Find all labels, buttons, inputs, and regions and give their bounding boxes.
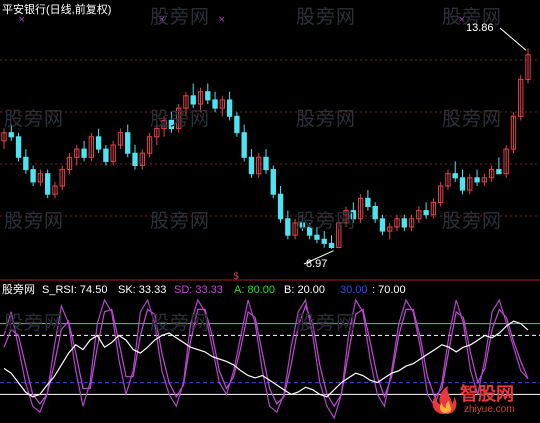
candle-body xyxy=(474,177,480,183)
candle-body xyxy=(372,206,378,220)
c-label: 30.00 xyxy=(340,284,368,296)
chart-grid xyxy=(0,59,540,281)
candle-body xyxy=(285,218,291,236)
candle-body xyxy=(30,169,36,183)
candle-body xyxy=(263,156,269,171)
s-rsi-label: S_RSI: 74.50 xyxy=(42,284,108,296)
candle-body xyxy=(496,169,502,175)
candle-body xyxy=(103,148,109,162)
candle-body xyxy=(8,132,14,138)
sd-label: SD: 33.33 xyxy=(174,284,223,296)
a-label: A: 80.00 xyxy=(234,284,275,296)
b-label: B: 20.00 xyxy=(284,284,325,296)
candle-body xyxy=(452,173,458,179)
candle-body xyxy=(401,218,407,228)
signal-marker: × xyxy=(218,15,226,25)
candle-body xyxy=(314,234,320,240)
candle-body xyxy=(328,242,335,248)
candle-body xyxy=(459,177,466,191)
candle-body xyxy=(168,119,175,130)
indicator-name: 股旁网 xyxy=(2,284,35,296)
high-pointer xyxy=(499,27,527,51)
chart-markers: × × × ×$ xyxy=(18,15,527,282)
site-logo: 智股网 zhiyue.com xyxy=(426,384,536,418)
candle-body xyxy=(205,91,211,101)
candle-body xyxy=(241,132,247,158)
signal-marker: $ xyxy=(233,271,239,282)
candle-body xyxy=(277,193,284,220)
candle-body xyxy=(248,156,255,175)
candlestick-series xyxy=(1,48,531,249)
signal-marker: × xyxy=(458,15,466,25)
candle-body xyxy=(190,95,196,105)
low-price-label: 8.97 xyxy=(306,258,328,270)
candle-body xyxy=(125,132,131,154)
candle-body xyxy=(132,152,138,166)
candle-body xyxy=(234,115,240,134)
d-label: : 70.00 xyxy=(372,284,406,296)
candle-body xyxy=(226,99,233,117)
candle-body xyxy=(95,136,102,150)
candle-body xyxy=(379,218,386,232)
candle-body xyxy=(306,226,313,236)
logo-url: zhiyue.com xyxy=(464,404,515,415)
stock-chart[interactable]: × × × ×$ xyxy=(0,0,540,422)
chart-title: 平安银行(日线,前复权) xyxy=(2,4,112,16)
sk-label: SK: 33.33 xyxy=(118,284,167,296)
logo-name: 智股网 xyxy=(460,384,514,404)
candle-body xyxy=(15,136,22,158)
candle-body xyxy=(365,197,371,208)
candle-body xyxy=(299,222,306,228)
candle-body xyxy=(321,238,327,244)
candle-body xyxy=(81,148,87,158)
candle-body xyxy=(350,210,357,220)
signal-marker: × xyxy=(158,15,166,25)
candle-body xyxy=(212,99,218,109)
high-price-label: 13.86 xyxy=(466,22,494,34)
candle-body xyxy=(423,210,429,216)
candle-body xyxy=(270,169,276,195)
candle-body xyxy=(23,156,29,171)
candle-body xyxy=(44,173,51,195)
